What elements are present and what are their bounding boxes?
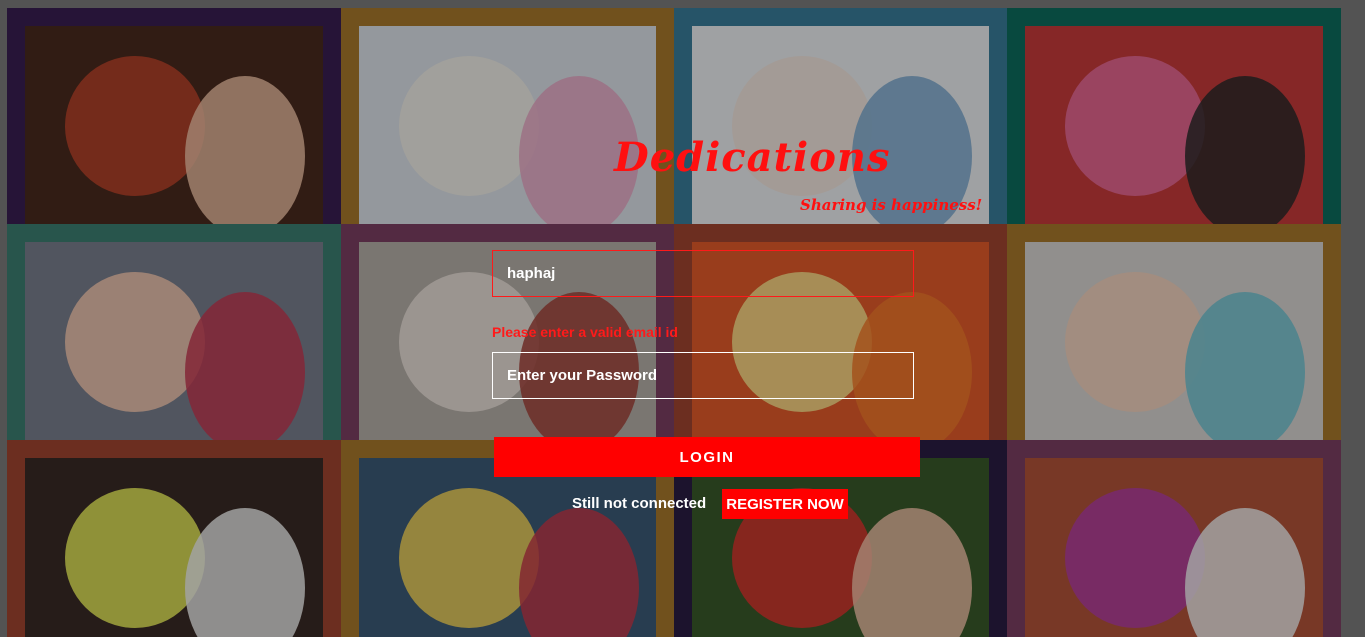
gallery-photo <box>359 458 656 637</box>
gallery-photo-shape <box>852 508 972 637</box>
gallery-photo-shape <box>1065 488 1205 628</box>
still-not-connected-label: Still not connected <box>572 495 707 512</box>
gallery-photo <box>25 458 323 637</box>
gallery-photo <box>1025 458 1323 637</box>
gallery-photo-shape <box>185 76 305 224</box>
gallery-tile <box>7 224 341 440</box>
gallery-photo <box>1025 26 1323 224</box>
gallery-tile <box>341 8 674 224</box>
gallery-photo-shape <box>519 508 639 637</box>
email-field[interactable] <box>492 250 914 297</box>
photo-gallery <box>7 8 1341 637</box>
gallery-photo-shape <box>1185 508 1305 637</box>
gallery-photo <box>692 458 989 637</box>
gallery-photo <box>1025 242 1323 440</box>
gallery-photo <box>692 26 989 224</box>
gallery-photo <box>25 242 323 440</box>
gallery-tile <box>674 8 1007 224</box>
brand-title: Dedications <box>614 134 891 181</box>
gallery-photo-shape <box>65 272 205 412</box>
gallery-photo-shape <box>185 508 305 637</box>
gallery-photo-shape <box>1185 76 1305 224</box>
gallery-photo-shape <box>65 488 205 628</box>
gallery-tile <box>7 8 341 224</box>
gallery-photo-shape <box>399 488 539 628</box>
gallery-tile <box>1007 440 1341 637</box>
gallery-photo-shape <box>1185 292 1305 440</box>
gallery-photo-shape <box>1065 56 1205 196</box>
gallery-photo <box>25 26 323 224</box>
gallery-photo-shape <box>65 56 205 196</box>
gallery-tile <box>1007 8 1341 224</box>
password-field[interactable] <box>492 352 914 399</box>
gallery-tile <box>7 440 341 637</box>
brand-tagline: Sharing is happiness! <box>800 196 983 214</box>
register-now-button[interactable]: REGISTER NOW <box>722 489 848 519</box>
gallery-photo-shape <box>399 56 539 196</box>
email-error-message: Please enter a valid email id <box>492 324 678 340</box>
gallery-photo-shape <box>1065 272 1205 412</box>
gallery-tile <box>1007 224 1341 440</box>
gallery-photo <box>359 26 656 224</box>
gallery-photo-shape <box>185 292 305 440</box>
login-button[interactable]: LOGIN <box>494 437 920 477</box>
